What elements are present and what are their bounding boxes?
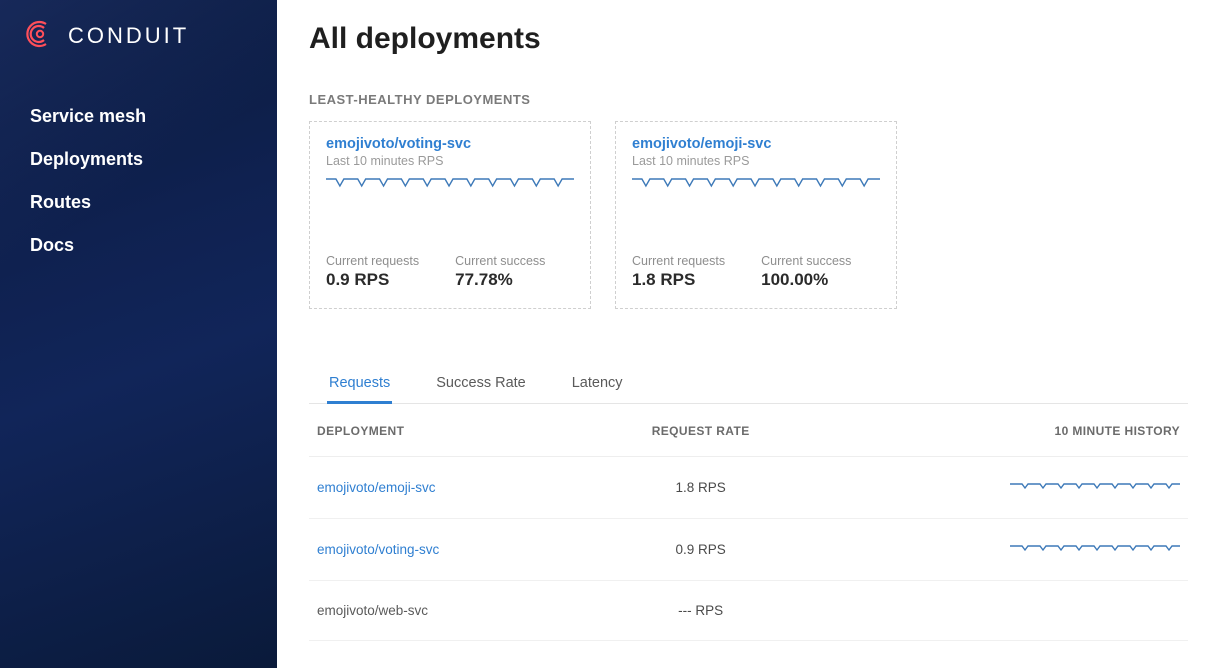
- deployments-table: DEPLOYMENT REQUEST RATE 10 MINUTE HISTOR…: [309, 404, 1188, 641]
- tab-latency[interactable]: Latency: [570, 365, 625, 404]
- rate-cell: --- RPS: [586, 581, 815, 641]
- metric-success: Current success 100.00%: [761, 254, 851, 290]
- health-cards: emojivoto/voting-svc Last 10 minutes RPS…: [309, 121, 1188, 309]
- sparkline-icon: [632, 174, 880, 192]
- metric-value: 77.78%: [455, 270, 545, 290]
- table-row: emojivoto/voting-svc 0.9 RPS: [309, 519, 1188, 581]
- sparkline-icon: [326, 174, 574, 192]
- sidebar-item-deployments[interactable]: Deployments: [24, 138, 253, 181]
- health-card: emojivoto/voting-svc Last 10 minutes RPS…: [309, 121, 591, 309]
- deployment-link[interactable]: emojivoto/emoji-svc: [317, 480, 436, 495]
- table-header-deployment: DEPLOYMENT: [309, 404, 586, 457]
- main-content: All deployments LEAST-HEALTHY DEPLOYMENT…: [277, 0, 1220, 668]
- metric-label: Current success: [455, 254, 545, 268]
- history-cell-empty: [815, 581, 1188, 641]
- metric-value: 100.00%: [761, 270, 851, 290]
- brand: CONDUIT: [24, 18, 253, 53]
- deployment-link[interactable]: emojivoto/voting-svc: [317, 542, 439, 557]
- metric-value: 0.9 RPS: [326, 270, 419, 290]
- sparkline-icon: [1010, 541, 1180, 555]
- brand-logo-icon: [24, 18, 56, 53]
- metric-success: Current success 77.78%: [455, 254, 545, 290]
- sidebar-item-routes[interactable]: Routes: [24, 181, 253, 224]
- sidebar-item-service-mesh[interactable]: Service mesh: [24, 95, 253, 138]
- sidebar: CONDUIT Service mesh Deployments Routes …: [0, 0, 277, 668]
- metric-value: 1.8 RPS: [632, 270, 725, 290]
- metric-label: Current requests: [632, 254, 725, 268]
- table-header-history: 10 MINUTE HISTORY: [815, 404, 1188, 457]
- metric-label: Current success: [761, 254, 851, 268]
- card-title-link[interactable]: emojivoto/emoji-svc: [632, 136, 880, 152]
- deployment-name: emojivoto/web-svc: [317, 603, 428, 618]
- card-title-link[interactable]: emojivoto/voting-svc: [326, 136, 574, 152]
- sidebar-item-docs[interactable]: Docs: [24, 224, 253, 267]
- tab-success-rate[interactable]: Success Rate: [434, 365, 527, 404]
- rate-cell: 1.8 RPS: [586, 457, 815, 519]
- tabs: Requests Success Rate Latency: [309, 365, 1188, 404]
- page-title: All deployments: [309, 22, 1188, 56]
- sparkline-icon: [1010, 479, 1180, 493]
- section-label: LEAST-HEALTHY DEPLOYMENTS: [309, 92, 1188, 107]
- table-row: emojivoto/web-svc --- RPS: [309, 581, 1188, 641]
- metric-requests: Current requests 1.8 RPS: [632, 254, 725, 290]
- health-card: emojivoto/emoji-svc Last 10 minutes RPS …: [615, 121, 897, 309]
- tab-requests[interactable]: Requests: [327, 365, 392, 404]
- metric-requests: Current requests 0.9 RPS: [326, 254, 419, 290]
- metric-label: Current requests: [326, 254, 419, 268]
- card-subtitle: Last 10 minutes RPS: [326, 154, 574, 168]
- brand-name: CONDUIT: [68, 23, 189, 49]
- card-subtitle: Last 10 minutes RPS: [632, 154, 880, 168]
- table-header-rate: REQUEST RATE: [586, 404, 815, 457]
- sidebar-nav: Service mesh Deployments Routes Docs: [24, 95, 253, 267]
- table-row: emojivoto/emoji-svc 1.8 RPS: [309, 457, 1188, 519]
- rate-cell: 0.9 RPS: [586, 519, 815, 581]
